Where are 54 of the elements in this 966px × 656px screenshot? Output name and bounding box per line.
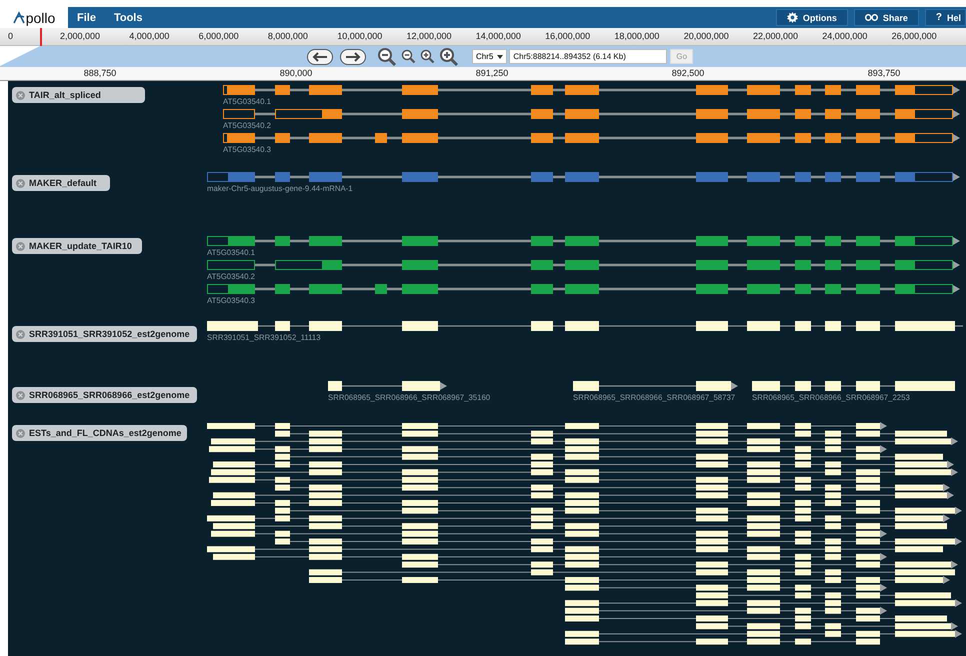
ruler-label: 12,000,000 <box>406 31 452 41</box>
header-button[interactable]: Share <box>854 9 919 26</box>
track-label[interactable]: SRR068965_SRR068966_est2genome <box>12 387 197 403</box>
transcript-drawing[interactable] <box>223 109 960 119</box>
ruler-label: 20,000,000 <box>684 31 729 41</box>
zoom-out-icon[interactable] <box>377 46 397 66</box>
ruler-label: 892,500 <box>672 68 704 78</box>
dropdown-caret-icon <box>497 54 504 58</box>
ruler-label: 0 <box>8 31 14 41</box>
track-label[interactable]: MAKER_update_TAIR10 <box>12 238 142 254</box>
right-arrow-icon <box>345 52 361 62</box>
transcript-drawing[interactable] <box>752 381 955 391</box>
overview-ruler[interactable]: 0 2,000,000 4,000,000 6,000,000 8,000,000 10,000,000 12,000,000 14,000,000 16,000,000 18,000,000 20,000,000 22,000,000 24,000,000 26,000,000 <box>0 28 966 46</box>
menu-item[interactable]: Tools <box>104 12 152 24</box>
logo-text: pollo <box>26 10 56 26</box>
zoom-out-icon[interactable] <box>401 49 416 64</box>
link-icon <box>864 14 878 21</box>
ruler-label: 10,000,000 <box>337 31 382 41</box>
track-label[interactable]: TAIR_alt_spliced <box>12 87 145 103</box>
track-label[interactable]: MAKER_default <box>12 175 110 191</box>
ruler-label: 6,000,000 <box>198 31 239 41</box>
est-pileup-drawing[interactable] <box>206 422 962 645</box>
left-arrow-icon <box>312 52 328 62</box>
ruler-label: 2,000,000 <box>60 31 100 41</box>
transcript-drawing[interactable] <box>573 381 738 391</box>
ruler-label: 893,750 <box>868 68 900 78</box>
menu-item[interactable]: File <box>68 12 105 24</box>
ruler-label: 888,750 <box>84 68 116 78</box>
ruler-label: 4,000,000 <box>129 31 170 41</box>
ruler-label: 26,000,000 <box>892 31 937 41</box>
logo[interactable]: pollo <box>0 7 68 28</box>
ruler-label: 16,000,000 <box>545 31 590 41</box>
transcript-drawing[interactable] <box>328 381 447 391</box>
zoom-in-icon[interactable] <box>420 49 435 64</box>
track-label[interactable]: SRR391051_SRR391052_est2genome <box>12 326 197 342</box>
settings-icon <box>786 12 798 23</box>
logo-icon <box>12 11 25 24</box>
location-field[interactable]: Chr5:888214..894352 (6.14 Kb) <box>509 49 668 64</box>
ruler-label: 14,000,000 <box>476 31 521 41</box>
header-button[interactable]: Options <box>776 9 848 26</box>
ruler-label: 890,000 <box>280 68 312 78</box>
transcript-drawing[interactable] <box>223 85 960 95</box>
transcript-drawing[interactable] <box>207 321 963 331</box>
location-marker[interactable] <box>40 28 42 46</box>
ruler-label: 891,250 <box>476 68 508 78</box>
ruler-label: 8,000,000 <box>268 31 308 41</box>
track-label[interactable]: ESTs_and_FL_CDNAs_est2genome <box>12 425 187 441</box>
zoom-in-icon[interactable] <box>439 46 459 66</box>
header-button[interactable]: ? Hel <box>924 9 966 26</box>
transcript-drawing[interactable] <box>223 133 960 143</box>
ruler-label: 18,000,000 <box>614 31 660 41</box>
ruler-label: 22,000,000 <box>753 31 798 41</box>
chromosome-select[interactable]: Chr5 <box>472 49 508 64</box>
ruler-label: 24,000,000 <box>822 31 868 41</box>
